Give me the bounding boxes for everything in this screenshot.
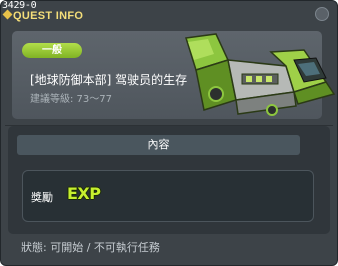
window-title: QUEST INFO <box>13 10 84 22</box>
exp-icon: EXP <box>67 184 101 203</box>
reward-label: 獎勵 <box>31 191 53 204</box>
close-button[interactable] <box>315 7 329 21</box>
content-panel: 內容 獎勵 EXP <box>8 126 330 234</box>
category-badge: 一般 <box>22 43 82 58</box>
recommended-level: 建議等級: 73～77 <box>30 94 112 105</box>
quest-status: 狀態: 可開始 / 不可執行任務 <box>21 241 160 254</box>
quest-info-window: 3429-0 QUEST INFO 一般 [地球防御本部] 驾驶员的生存 建議等… <box>0 0 338 266</box>
quest-name: [地球防御本部] 驾驶员的生存 <box>30 73 188 87</box>
content-tab[interactable]: 內容 <box>17 135 300 155</box>
monster-ship-image <box>185 33 336 116</box>
reward-box: 獎勵 EXP <box>22 170 314 222</box>
title-star-icon <box>2 9 13 20</box>
